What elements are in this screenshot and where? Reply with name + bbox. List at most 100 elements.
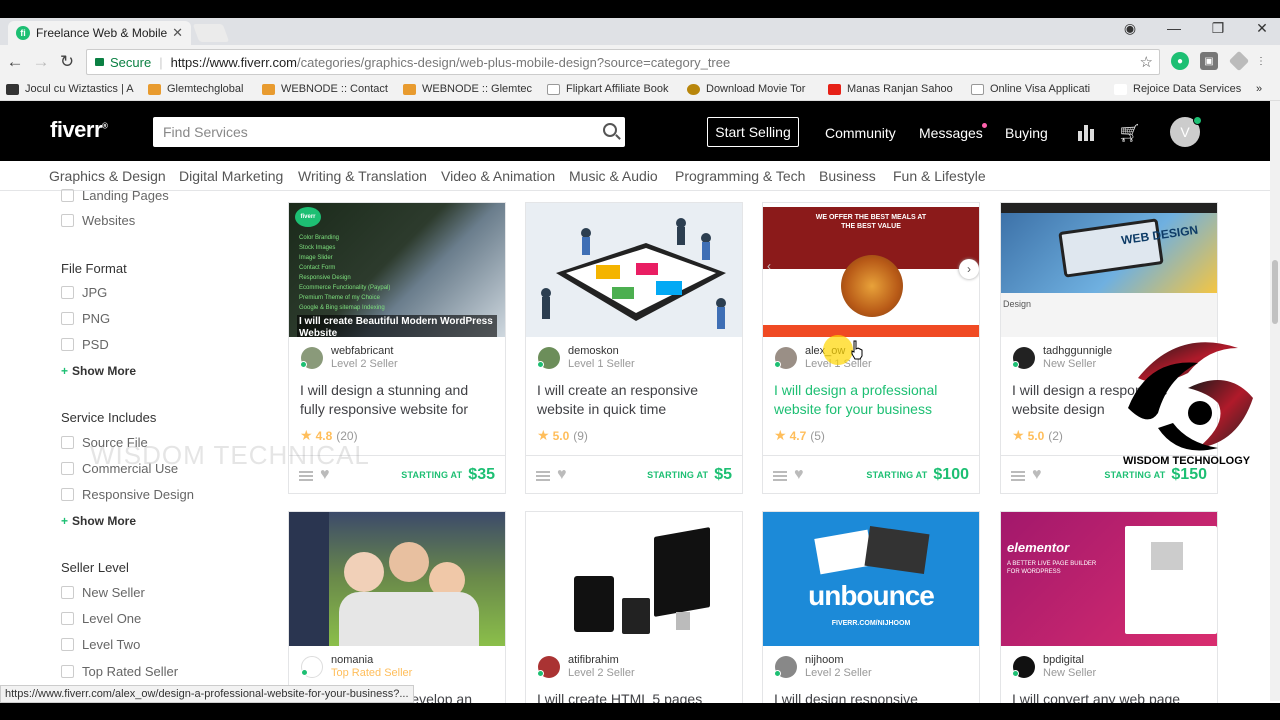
gig-card[interactable]: atifibrahim Level 2 Seller I will create … [525, 511, 743, 711]
heart-icon[interactable]: ♥ [794, 466, 804, 484]
fiverr-logo[interactable]: fiverr® [50, 117, 108, 143]
seller-name[interactable]: atifibrahim [568, 654, 635, 666]
gig-price[interactable]: STARTING AT $35 [401, 466, 495, 484]
seller-name[interactable]: nijhoom [805, 654, 872, 666]
checkbox[interactable] [61, 286, 74, 299]
seller-avatar[interactable] [1012, 656, 1035, 678]
bookmarks-overflow-icon[interactable]: » [1256, 83, 1262, 95]
cart-icon[interactable]: 🛒︎ [1118, 123, 1141, 144]
seller-info[interactable]: tadhggunnigle New Seller [1012, 345, 1112, 371]
seller-name[interactable]: tadhggunnigle [1043, 345, 1112, 357]
checkbox[interactable] [61, 612, 74, 625]
category-programming-tech[interactable]: Programming & Tech [675, 168, 805, 184]
gig-price[interactable]: STARTING AT $5 [647, 466, 732, 484]
secure-indicator[interactable]: Secure [95, 55, 151, 70]
gig-thumbnail[interactable] [289, 512, 505, 646]
seller-avatar[interactable] [774, 656, 797, 678]
filter-option[interactable]: JPG [61, 285, 107, 300]
chrome-menu-icon[interactable]: ⋮ [1252, 52, 1270, 70]
gig-thumbnail[interactable]: fiverr Color Branding Stock Images Image… [289, 203, 505, 337]
messages-link[interactable]: Messages [919, 125, 983, 141]
reload-icon[interactable]: ↻ [54, 52, 80, 72]
page-scrollbar[interactable] [1270, 101, 1280, 701]
show-more-link[interactable]: + Show More [61, 364, 136, 378]
category-video-animation[interactable]: Video & Animation [441, 168, 555, 184]
checkbox[interactable] [61, 586, 74, 599]
start-selling-button[interactable]: Start Selling [707, 117, 799, 147]
prev-slide-icon[interactable]: ‹ [767, 259, 781, 279]
search-input[interactable]: Find Services [153, 117, 625, 147]
back-arrow-icon[interactable]: ← [2, 52, 28, 72]
checkbox[interactable] [61, 638, 74, 651]
show-more-link[interactable]: + Show More [61, 514, 136, 528]
filter-option[interactable]: PSD [61, 337, 109, 352]
bookmark-item[interactable]: Jocul cu Wiztastics | A [6, 83, 134, 95]
bookmark-item[interactable]: Download Movie Tor [687, 83, 805, 95]
checkbox[interactable] [61, 312, 74, 325]
filter-option[interactable]: Landing Pages [61, 188, 169, 203]
filter-option[interactable]: Responsive Design [61, 487, 194, 502]
list-menu-icon[interactable] [1011, 471, 1025, 481]
gig-card[interactable]: elementor A BETTER LIVE PAGE BUILDER FOR… [1000, 511, 1218, 711]
extension-save-icon[interactable]: ▣ [1200, 52, 1218, 70]
checkbox[interactable] [61, 214, 74, 227]
gig-title[interactable]: I will design a stunning and fully respo… [300, 381, 495, 419]
list-menu-icon[interactable] [536, 471, 550, 481]
seller-info[interactable]: webfabricant Level 2 Seller [300, 345, 398, 371]
checkbox[interactable] [61, 436, 74, 449]
gig-card[interactable]: demoskon Level 1 Seller I will create an … [525, 202, 743, 494]
browser-tab-active[interactable]: fi Freelance Web & Mobile ✕ [8, 21, 191, 45]
bookmark-item[interactable]: Rejoice Data Services [1114, 83, 1241, 95]
bookmark-item[interactable]: WEBNODE :: Contact [262, 83, 388, 95]
analytics-icon[interactable] [1078, 125, 1094, 141]
filter-option[interactable]: Top Rated Seller [61, 664, 178, 679]
gig-card[interactable]: unbounce FIVERR.COM/NIJHOOM nijhoom Level… [762, 511, 980, 711]
filter-option[interactable]: Level Two [61, 637, 140, 652]
checkbox[interactable] [61, 488, 74, 501]
filter-option[interactable]: PNG [61, 311, 110, 326]
close-tab-icon[interactable]: ✕ [172, 25, 183, 41]
seller-info[interactable]: bpdigital New Seller [1012, 654, 1096, 680]
address-bar[interactable]: Secure | https://www.fiverr.com/categori… [86, 49, 1160, 75]
extension-grammarly-icon[interactable]: ● [1171, 52, 1189, 70]
gig-thumbnail[interactable]: WEB DESIGN Design [1001, 203, 1217, 337]
seller-avatar[interactable] [300, 347, 323, 369]
category-writing-translation[interactable]: Writing & Translation [298, 168, 427, 184]
gig-thumbnail[interactable]: elementor A BETTER LIVE PAGE BUILDER FOR… [1001, 512, 1217, 646]
seller-avatar[interactable] [1012, 347, 1035, 369]
user-avatar[interactable]: V [1170, 116, 1202, 147]
seller-name[interactable]: bpdigital [1043, 654, 1096, 666]
checkbox[interactable] [61, 189, 74, 202]
search-icon[interactable] [603, 123, 617, 137]
bookmark-item[interactable]: WEBNODE :: Glemtec [403, 83, 532, 95]
bookmark-item[interactable]: Online Visa Applicati [971, 83, 1090, 95]
seller-avatar[interactable] [537, 656, 560, 678]
list-menu-icon[interactable] [299, 471, 313, 481]
seller-info[interactable]: demoskon Level 1 Seller [537, 345, 635, 371]
gig-price[interactable]: STARTING AT $150 [1104, 466, 1207, 484]
maximize-icon[interactable]: ❐ [1196, 20, 1240, 37]
next-slide-icon[interactable]: › [959, 259, 979, 279]
bookmark-item[interactable]: Glemtechglobal [148, 83, 243, 95]
seller-info[interactable]: atifibrahim Level 2 Seller [537, 654, 635, 680]
gig-thumbnail[interactable] [526, 512, 742, 646]
close-window-icon[interactable]: ✕ [1240, 20, 1280, 37]
category-digital-marketing[interactable]: Digital Marketing [179, 168, 283, 184]
minimize-icon[interactable]: — [1152, 20, 1196, 37]
heart-icon[interactable]: ♥ [557, 466, 567, 484]
category-business[interactable]: Business [819, 168, 876, 184]
new-tab-button[interactable] [192, 24, 230, 42]
gig-thumbnail[interactable]: WE OFFER THE BEST MEALS AT THE BEST VALU… [763, 203, 979, 337]
profile-icon[interactable]: ◉ [1108, 20, 1152, 37]
bookmark-star-icon[interactable]: ☆ [1140, 53, 1153, 71]
heart-icon[interactable]: ♥ [1032, 466, 1042, 484]
seller-avatar[interactable] [774, 347, 797, 369]
community-link[interactable]: Community [825, 125, 896, 141]
checkbox[interactable] [61, 665, 74, 678]
bookmark-item[interactable]: Manas Ranjan Sahoo [828, 83, 953, 95]
gig-title[interactable]: I will design a professional website for… [774, 381, 969, 419]
gig-card[interactable]: WE OFFER THE BEST MEALS AT THE BEST VALU… [762, 202, 980, 494]
seller-avatar[interactable] [537, 347, 560, 369]
seller-info[interactable]: nomania Top Rated Seller [301, 654, 412, 680]
seller-name[interactable]: demoskon [568, 345, 635, 357]
